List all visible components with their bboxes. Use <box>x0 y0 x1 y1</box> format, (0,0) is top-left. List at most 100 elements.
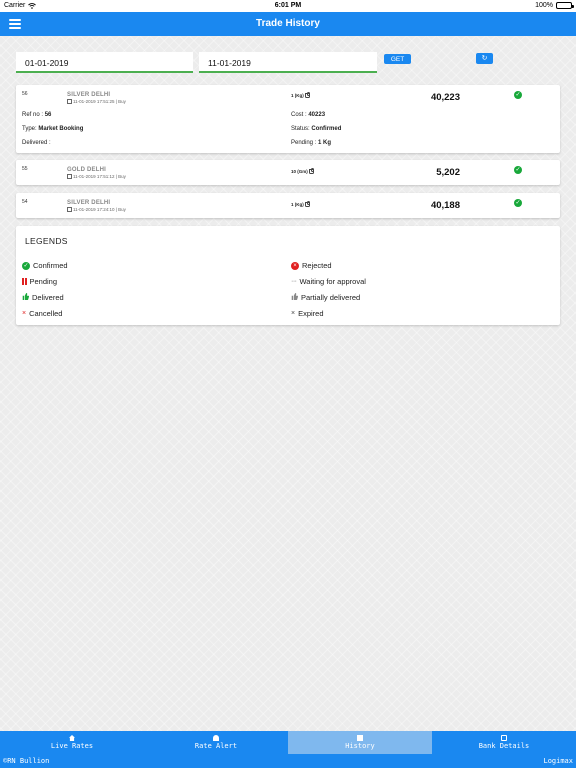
status-bar: Carrier 6:01 PM 100% <box>0 0 576 12</box>
battery-percent: 100% <box>535 2 553 9</box>
detail-cost: Cost : 40223 <box>291 112 325 118</box>
trade-qty: 10 (Gm) <box>291 168 315 174</box>
legend-confirmed-label: Confirmed <box>33 261 68 270</box>
tab-history[interactable]: History <box>288 731 432 754</box>
weight-icon <box>304 92 311 98</box>
legends-title: LEGENDS <box>25 236 68 246</box>
legend-partially-delivered-label: Partially delivered <box>301 293 361 302</box>
footer: ©RN Bullion Logimax <box>0 754 576 768</box>
trade-datetime: 11-01-2019 17:51:12 | Buy <box>67 174 126 179</box>
history-icon <box>357 735 363 741</box>
trade-ref: 55 <box>22 166 28 172</box>
cancel-x-icon: × <box>22 310 27 317</box>
trade-amount: 40,223 <box>430 92 460 103</box>
tab-rate-alert-label: Rate Alert <box>194 742 238 750</box>
trade-datetime: 11-01-2019 17:51:25 | Buy <box>67 99 126 104</box>
trade-datetime-text: 11-01-2019 17:24:10 | Buy <box>73 207 126 212</box>
detail-status-label: Status: <box>291 126 310 132</box>
trade-card[interactable]: 55 GOLD DELHI 11-01-2019 17:51:12 | Buy … <box>16 160 560 185</box>
legend-pending-label: Pending <box>29 277 58 286</box>
tab-live-rates[interactable]: Live Rates <box>0 731 144 754</box>
home-icon <box>69 735 75 741</box>
trade-qty-text: 10 (Gm) <box>291 169 308 174</box>
detail-pending-value: 1 Kg <box>318 140 332 146</box>
trade-qty: 1 (Kg) <box>291 92 311 98</box>
tab-live-rates-label: Live Rates <box>50 742 94 750</box>
detail-cost-label: Cost : <box>291 112 307 118</box>
pause-icon <box>22 278 27 285</box>
legend-expired-label: Expired <box>298 309 324 318</box>
legend-cancelled: × Cancelled <box>22 309 62 318</box>
trade-datetime-text: 11-01-2019 17:51:25 | Buy <box>73 99 126 104</box>
expired-x-icon: × <box>291 310 296 317</box>
detail-ref: Ref no : 56 <box>22 112 51 118</box>
trade-ref: 56 <box>22 91 28 97</box>
legend-pending: Pending <box>22 277 57 286</box>
detail-delivered: Delivered : <box>22 140 51 146</box>
legend-delivered-label: Delivered <box>32 293 64 302</box>
tab-bank-details-label: Bank Details <box>478 742 530 750</box>
detail-type-value: Market Booking <box>38 126 84 132</box>
trade-card[interactable]: 56 SILVER DELHI 11-01-2019 17:51:25 | Bu… <box>16 85 560 153</box>
trade-qty: 1 (Kg) <box>291 201 311 207</box>
detail-pending: Pending : 1 Kg <box>291 140 331 146</box>
trade-qty-text: 1 (Kg) <box>291 93 304 98</box>
calendar-icon <box>67 99 72 104</box>
tab-bank-details[interactable]: Bank Details <box>432 731 576 754</box>
detail-cost-value: 40223 <box>308 112 326 118</box>
from-date-input[interactable]: 01-01-2019 <box>16 52 193 73</box>
trade-qty-text: 1 (Kg) <box>291 202 304 207</box>
thumbs-up-outline-icon <box>291 293 299 302</box>
trade-ref: 54 <box>22 199 28 205</box>
trade-product: SILVER DELHI <box>67 92 111 98</box>
tab-history-label: History <box>345 742 375 750</box>
legend-waiting-label: Waiting for approval <box>299 277 366 286</box>
footer-brand: Logimax <box>543 757 573 765</box>
footer-copyright: ©RN Bullion <box>3 757 50 765</box>
legend-rejected: × Rejected <box>291 261 332 270</box>
legend-partially-delivered: Partially delivered <box>291 293 360 302</box>
bell-icon <box>213 735 219 741</box>
detail-ref-label: Ref no : <box>22 112 44 118</box>
calendar-icon <box>67 174 72 179</box>
detail-status: Status: Confirmed <box>291 126 341 132</box>
confirmed-check-icon: ✓ <box>514 199 522 207</box>
clock: 6:01 PM <box>274 2 302 9</box>
legend-delivered: Delivered <box>22 293 64 302</box>
legend-confirmed: ✓ Confirmed <box>22 261 68 270</box>
legends-panel: LEGENDS ✓ Confirmed × Rejected Pending ·… <box>16 226 560 325</box>
tab-rate-alert[interactable]: Rate Alert <box>144 731 288 754</box>
battery-info: 100% <box>535 2 574 9</box>
trade-amount: 40,188 <box>430 200 460 211</box>
detail-delivered-label: Delivered : <box>22 140 51 146</box>
refresh-icon[interactable]: ↻ <box>476 53 493 64</box>
trade-card[interactable]: 54 SILVER DELHI 11-01-2019 17:24:10 | Bu… <box>16 193 560 218</box>
dots-icon: ··· <box>291 278 297 285</box>
trade-datetime: 11-01-2019 17:24:10 | Buy <box>67 207 126 212</box>
page-title: Trade History <box>256 18 320 29</box>
bank-card-icon <box>501 735 507 741</box>
detail-ref-value: 56 <box>44 112 52 118</box>
thumbs-up-icon <box>22 293 30 302</box>
calendar-icon <box>67 207 72 212</box>
get-button[interactable]: GET <box>384 54 411 64</box>
detail-type: Type: Market Booking <box>22 126 83 132</box>
battery-icon <box>556 2 574 9</box>
legend-cancelled-label: Cancelled <box>29 309 63 318</box>
rejected-icon: × <box>291 261 299 270</box>
confirmed-check-icon: ✓ <box>514 166 522 174</box>
confirmed-icon: ✓ <box>22 261 30 270</box>
to-date-input[interactable]: 11-01-2019 <box>199 52 377 73</box>
legend-waiting: ··· Waiting for approval <box>291 277 366 286</box>
legend-expired: × Expired <box>291 309 324 318</box>
trade-product: GOLD DELHI <box>67 167 106 173</box>
weight-icon <box>304 201 311 207</box>
trade-datetime-text: 11-01-2019 17:51:12 | Buy <box>73 174 126 179</box>
detail-status-value: Confirmed <box>311 126 342 132</box>
detail-type-label: Type: <box>22 126 37 132</box>
bottom-tab-bar: Live Rates Rate Alert History Bank Detai… <box>0 731 576 754</box>
trade-amount: 5,202 <box>436 167 460 178</box>
detail-pending-label: Pending : <box>291 140 317 146</box>
trade-product: SILVER DELHI <box>67 200 111 206</box>
legend-rejected-label: Rejected <box>302 261 332 270</box>
